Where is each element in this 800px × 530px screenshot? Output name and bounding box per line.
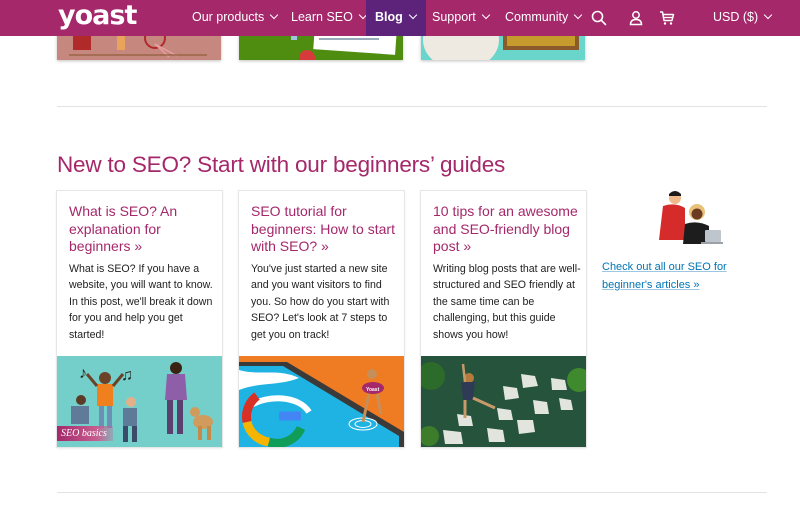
chevron-down-icon (573, 10, 583, 20)
article-title-link[interactable]: What is SEO? An explanation for beginner… (69, 203, 217, 256)
svg-text:♪: ♪ (79, 365, 87, 382)
nav-learn-seo[interactable]: Learn SEO (291, 0, 368, 36)
section-divider (57, 106, 767, 107)
nav-label: Blog (375, 10, 403, 24)
currency-label: USD ($) (713, 10, 759, 24)
user-icon[interactable] (627, 9, 645, 27)
pool-illustration: Yoast (239, 356, 404, 447)
currency-selector[interactable]: USD ($) (713, 0, 773, 36)
chevron-down-icon (481, 10, 491, 20)
category-badge[interactable]: SEO basics (57, 426, 113, 441)
article-card: What is SEO? An explanation for beginner… (57, 191, 222, 447)
nav-support[interactable]: Support (432, 0, 491, 36)
article-excerpt: What is SEO? If you have a website, you … (69, 263, 213, 341)
nav-community[interactable]: Community (505, 0, 583, 36)
chevron-down-icon (763, 10, 773, 20)
nav-label: Community (505, 10, 569, 24)
article-card: SEO tutorial for beginners: How to start… (239, 191, 404, 447)
section-divider (57, 492, 767, 493)
svg-text:Yoast: Yoast (366, 387, 380, 393)
yoast-logo[interactable]: yoast (58, 0, 137, 36)
section-title: New to SEO? Start with our beginners’ gu… (57, 152, 506, 177)
top-navigation: yoast Our products Learn SEO Blog Suppor… (0, 0, 800, 36)
nav-our-products[interactable]: Our products (192, 0, 279, 36)
article-title-link[interactable]: SEO tutorial for beginners: How to start… (251, 203, 399, 256)
nav-label: Support (432, 10, 476, 24)
beginners-illustration (659, 191, 723, 244)
chevron-down-icon (408, 10, 418, 20)
all-beginner-articles-link[interactable]: Check out all our SEO for beginner's art… (602, 258, 752, 294)
article-image[interactable] (421, 356, 586, 447)
article-title-link[interactable]: 10 tips for an awesome and SEO-friendly … (433, 203, 581, 256)
chevron-down-icon (270, 10, 279, 20)
stepping-stones-illustration (421, 356, 586, 447)
article-image[interactable]: ♪ ♫ SEO basics (57, 356, 222, 447)
article-card: 10 tips for an awesome and SEO-friendly … (421, 191, 586, 447)
nav-label: Our products (192, 10, 265, 24)
search-icon[interactable] (590, 9, 608, 27)
article-excerpt: Writing blog posts that are well-structu… (433, 263, 581, 341)
article-image[interactable]: Yoast (239, 356, 404, 447)
article-excerpt: You've just started a new site and you w… (251, 263, 390, 341)
nav-label: Learn SEO (291, 10, 353, 24)
nav-blog[interactable]: Blog (366, 0, 426, 36)
cart-icon[interactable] (658, 9, 676, 27)
svg-text:♫: ♫ (121, 367, 133, 384)
